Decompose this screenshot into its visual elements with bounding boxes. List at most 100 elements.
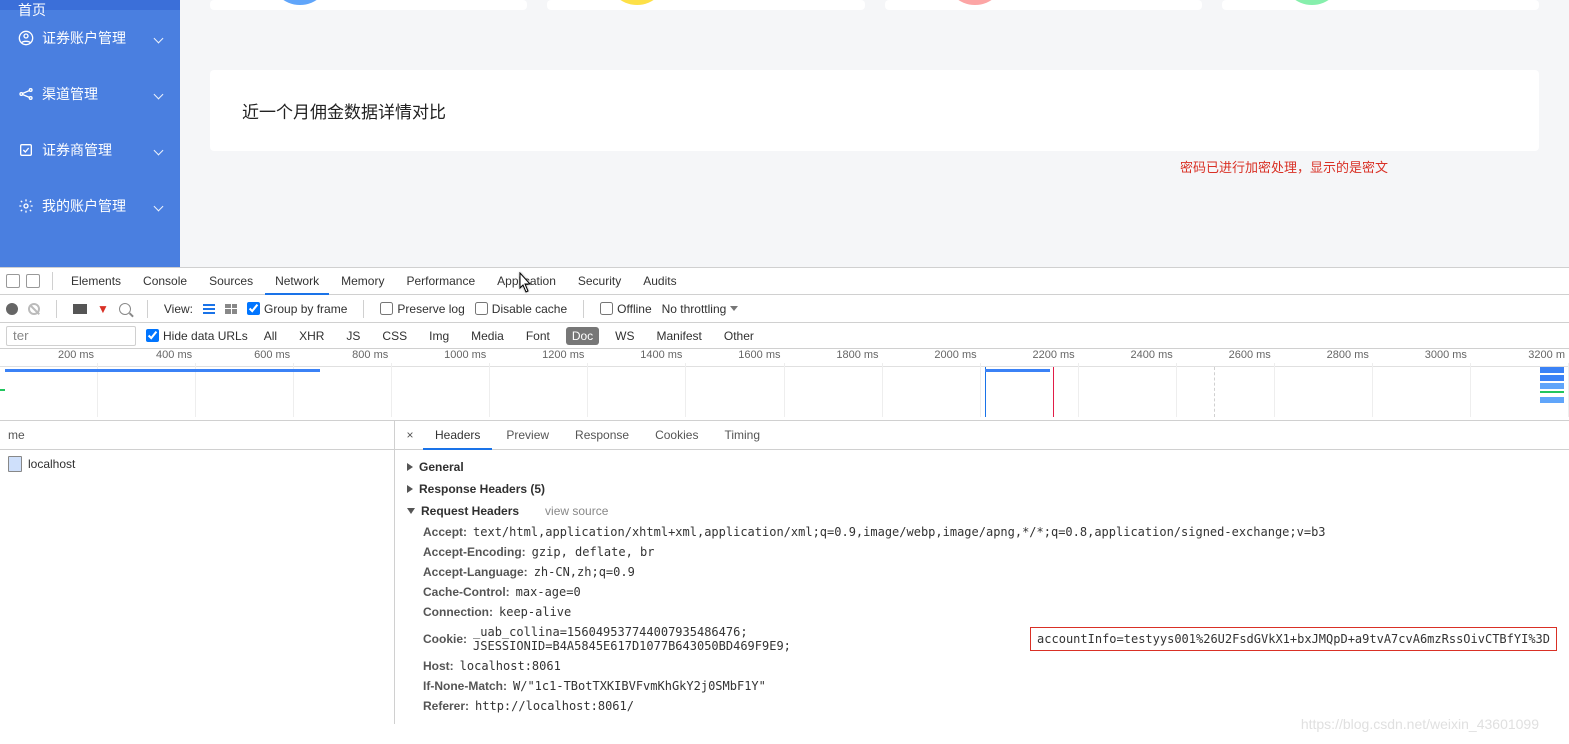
tab-application[interactable]: Application (487, 268, 566, 295)
timeline-marker (1214, 367, 1215, 417)
throttling-select[interactable]: No throttling (662, 302, 739, 316)
header-row: Accept:text/html,application/xhtml+xml,a… (395, 522, 1569, 542)
stat-card (547, 0, 864, 10)
stat-circle-icon (270, 0, 330, 5)
inspect-icon[interactable] (6, 274, 20, 288)
chip-ws[interactable]: WS (609, 327, 640, 345)
timeline-bar (0, 389, 5, 391)
chip-font[interactable]: Font (520, 327, 556, 345)
tab-audits[interactable]: Audits (633, 268, 686, 295)
request-detail: × Headers Preview Response Cookies Timin… (395, 421, 1569, 724)
screenshot-icon[interactable] (73, 304, 87, 314)
timeline-tick: 3200 m (1471, 349, 1569, 366)
tab-performance[interactable]: Performance (396, 268, 485, 295)
stat-card (1222, 0, 1539, 10)
chip-doc[interactable]: Doc (566, 327, 599, 345)
tab-elements[interactable]: Elements (61, 268, 131, 295)
clear-icon[interactable] (28, 303, 40, 315)
sidebar-item-label: 证券商管理 (42, 140, 112, 160)
chip-xhr[interactable]: XHR (293, 327, 330, 345)
group-by-frame-checkbox[interactable]: Group by frame (247, 302, 347, 316)
chevron-down-icon (154, 33, 164, 43)
timeline-tick: 2800 ms (1275, 349, 1373, 366)
tab-console[interactable]: Console (133, 268, 197, 295)
timeline-tick: 1600 ms (686, 349, 784, 366)
sidebar-item-label: 渠道管理 (42, 84, 98, 104)
chip-manifest[interactable]: Manifest (651, 327, 708, 345)
hide-data-urls-checkbox[interactable]: Hide data URLs (146, 329, 248, 343)
detail-tab-timing[interactable]: Timing (712, 421, 772, 450)
detail-tab-headers[interactable]: Headers (423, 421, 492, 450)
section-general[interactable]: General (395, 456, 1569, 478)
timeline-bar (1540, 375, 1564, 381)
annotation-box: accountInfo=testyys001%26U2FsdGVkX1+bxJM… (1030, 627, 1557, 651)
close-icon[interactable]: × (399, 428, 421, 442)
detail-tab-response[interactable]: Response (563, 421, 641, 450)
timeline-tick: 200 ms (0, 349, 98, 366)
header-row: Accept-Encoding:gzip, deflate, br (395, 542, 1569, 562)
chip-css[interactable]: CSS (376, 327, 413, 345)
chip-js[interactable]: JS (340, 327, 366, 345)
request-row[interactable]: localhost (0, 450, 394, 478)
chip-media[interactable]: Media (465, 327, 510, 345)
separator (56, 300, 57, 318)
sidebar: 首页 证券账户管理 渠道管理 (0, 0, 180, 267)
chevron-down-icon (154, 201, 164, 211)
separator (583, 300, 584, 318)
chip-img[interactable]: Img (423, 327, 455, 345)
tab-memory[interactable]: Memory (331, 268, 394, 295)
header-row: Connection:keep-alive (395, 602, 1569, 622)
tab-sources[interactable]: Sources (199, 268, 263, 295)
watermark: https://blog.csdn.net/weixin_43601099 (1301, 716, 1539, 732)
header-row: Cache-Control:max-age=0 (395, 582, 1569, 602)
section-response-headers[interactable]: Response Headers (5) (395, 478, 1569, 500)
disable-cache-checkbox[interactable]: Disable cache (475, 302, 567, 316)
user-circle-icon (18, 30, 34, 46)
view-grid-icon[interactable] (225, 304, 237, 314)
timeline-tick: 1800 ms (785, 349, 883, 366)
tab-network[interactable]: Network (265, 268, 329, 295)
caret-down-icon (407, 508, 415, 514)
sidebar-item-broker[interactable]: 证券商管理 (0, 122, 180, 178)
timeline-tick: 600 ms (196, 349, 294, 366)
sidebar-item-my-account[interactable]: 我的账户管理 (0, 178, 180, 234)
tab-security[interactable]: Security (568, 268, 631, 295)
dropdown-icon (730, 306, 738, 311)
stat-circle-icon (945, 0, 1005, 5)
broker-icon (18, 142, 34, 158)
timeline-tick: 2600 ms (1177, 349, 1275, 366)
network-toolbar: ▼ View: Group by frame Preserve log Disa… (0, 295, 1569, 323)
record-icon[interactable] (6, 303, 18, 315)
timeline-bar (1540, 367, 1564, 373)
preserve-log-checkbox[interactable]: Preserve log (380, 302, 464, 316)
network-timeline[interactable]: 200 ms400 ms600 ms800 ms1000 ms1200 ms14… (0, 349, 1569, 421)
view-source-link[interactable]: view source (545, 504, 608, 518)
chip-other[interactable]: Other (718, 327, 760, 345)
timeline-bar (1540, 391, 1564, 393)
view-list-icon[interactable] (203, 304, 215, 314)
timeline-tick: 2400 ms (1079, 349, 1177, 366)
sidebar-item-channel[interactable]: 渠道管理 (0, 66, 180, 122)
device-toggle-icon[interactable] (26, 274, 40, 288)
offline-checkbox[interactable]: Offline (600, 302, 651, 316)
detail-tab-preview[interactable]: Preview (494, 421, 561, 450)
sidebar-item-home[interactable]: 首页 (0, 0, 180, 10)
timeline-bar (5, 369, 320, 372)
network-filter-bar: Hide data URLs All XHR JS CSS Img Media … (0, 323, 1569, 349)
header-row: Referer:http://localhost:8061/ (395, 696, 1569, 716)
detail-tab-cookies[interactable]: Cookies (643, 421, 710, 450)
timeline-bar (985, 369, 1050, 372)
search-icon[interactable] (119, 303, 131, 315)
sidebar-item-label: 首页 (18, 0, 46, 20)
chevron-down-icon (154, 89, 164, 99)
caret-right-icon (407, 485, 413, 493)
devtools-tab-bar: Elements Console Sources Network Memory … (0, 268, 1569, 295)
main-content: 近一个月佣金数据详情对比 (180, 0, 1569, 267)
filter-input[interactable] (6, 326, 136, 346)
section-request-headers[interactable]: Request Headersview source (395, 500, 1569, 522)
chip-all[interactable]: All (258, 327, 283, 345)
stat-circle-icon (1282, 0, 1342, 5)
filter-icon[interactable]: ▼ (97, 302, 109, 316)
timeline-tick: 2200 ms (981, 349, 1079, 366)
header-row: If-None-Match:W/"1c1-TBotTXKIBVFvmKhGkY2… (395, 676, 1569, 696)
